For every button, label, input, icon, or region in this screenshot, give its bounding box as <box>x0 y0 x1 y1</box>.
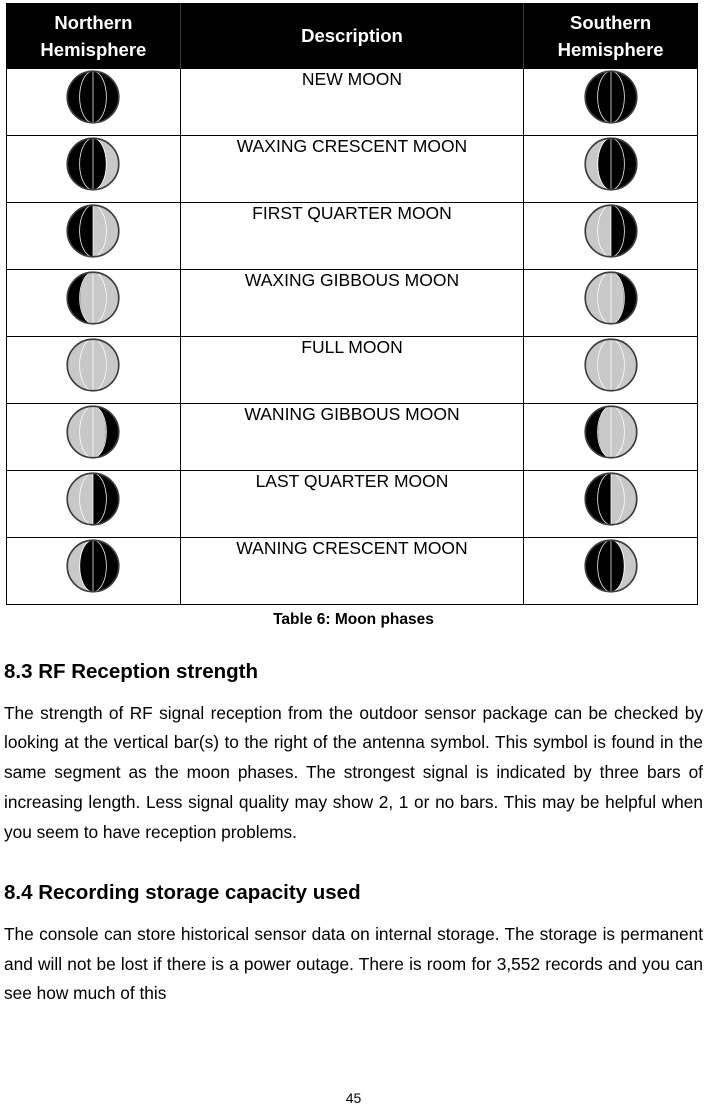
table-row: WANING CRESCENT MOON <box>6 537 698 605</box>
column-header-southern-hemisphere: Southern Hemisphere <box>523 3 698 69</box>
waxing-crescent-moon-south-icon <box>584 137 638 191</box>
waning-gibbous-moon-north-icon <box>66 405 120 459</box>
southern-hemisphere-cell <box>523 470 698 538</box>
table-header-row: Northern Hemisphere Description Southern… <box>6 3 698 69</box>
section-heading-recording-storage-capacity: 8.4 Recording storage capacity used <box>4 881 361 905</box>
document-page: Northern Hemisphere Description Southern… <box>0 0 707 1112</box>
section-paragraph-rf-reception-strength: The strength of RF signal reception from… <box>4 702 703 842</box>
description-cell: WANING GIBBOUS MOON <box>179 403 525 471</box>
northern-hemisphere-cell <box>6 403 181 471</box>
table-body: NEW MOON WAXING CRESCENT MOON FIRST QUARTE… <box>6 68 698 605</box>
northern-hemisphere-cell <box>6 470 181 538</box>
waxing-gibbous-moon-south-icon <box>584 271 638 325</box>
northern-hemisphere-cell <box>6 537 181 605</box>
first-quarter-moon-north-icon <box>66 204 120 258</box>
northern-hemisphere-cell <box>6 336 181 404</box>
description-cell: LAST QUARTER MOON <box>179 470 525 538</box>
table-row: WAXING GIBBOUS MOON <box>6 269 698 337</box>
moon-phases-table: Northern Hemisphere Description Southern… <box>6 3 698 605</box>
table-row: WAXING CRESCENT MOON <box>6 135 698 203</box>
table-header: Northern Hemisphere Description Southern… <box>6 3 698 69</box>
new-moon-south-icon <box>584 70 638 124</box>
waning-gibbous-moon-south-icon <box>584 405 638 459</box>
table-row: NEW MOON <box>6 68 698 136</box>
section-heading-rf-reception-strength: 8.3 RF Reception strength <box>4 660 259 683</box>
southern-hemisphere-cell <box>523 202 698 270</box>
southern-hemisphere-cell <box>523 269 698 337</box>
description-cell: FIRST QUARTER MOON <box>179 202 525 270</box>
northern-hemisphere-cell <box>6 68 181 136</box>
southern-hemisphere-cell <box>523 537 698 605</box>
last-quarter-moon-north-icon <box>66 472 120 526</box>
section-paragraph-recording-storage-capacity: The console can store historical sensor … <box>4 923 703 1004</box>
table-row: FULL MOON <box>6 336 698 404</box>
waning-crescent-moon-south-icon <box>584 539 638 593</box>
description-cell: FULL MOON <box>179 336 525 404</box>
column-header-description: Description <box>179 3 525 69</box>
table-caption: Table 6: Moon phases <box>273 611 434 628</box>
description-cell: WAXING GIBBOUS MOON <box>179 269 525 337</box>
full-moon-south-icon <box>584 338 638 392</box>
last-quarter-moon-south-icon <box>584 472 638 526</box>
southern-hemisphere-cell <box>523 336 698 404</box>
waxing-gibbous-moon-north-icon <box>66 271 120 325</box>
description-cell: WAXING CRESCENT MOON <box>179 135 525 203</box>
southern-hemisphere-cell <box>523 68 698 136</box>
column-header-northern-hemisphere: Northern Hemisphere <box>6 3 181 69</box>
description-cell: NEW MOON <box>179 68 525 136</box>
first-quarter-moon-south-icon <box>584 204 638 258</box>
full-moon-north-icon <box>66 338 120 392</box>
northern-hemisphere-cell <box>6 135 181 203</box>
southern-hemisphere-cell <box>523 403 698 471</box>
document-content: 8.3 RF Reception strength The strength o… <box>4 660 703 1009</box>
northern-hemisphere-cell <box>6 202 181 270</box>
table-row: LAST QUARTER MOON <box>6 470 698 538</box>
southern-hemisphere-cell <box>523 135 698 203</box>
waxing-crescent-moon-north-icon <box>66 137 120 191</box>
new-moon-north-icon <box>66 70 120 124</box>
page-number: 45 <box>345 1090 362 1106</box>
description-cell: WANING CRESCENT MOON <box>179 537 525 605</box>
table-row: FIRST QUARTER MOON <box>6 202 698 270</box>
table-row: WANING GIBBOUS MOON <box>6 403 698 471</box>
northern-hemisphere-cell <box>6 269 181 337</box>
waning-crescent-moon-north-icon <box>66 539 120 593</box>
